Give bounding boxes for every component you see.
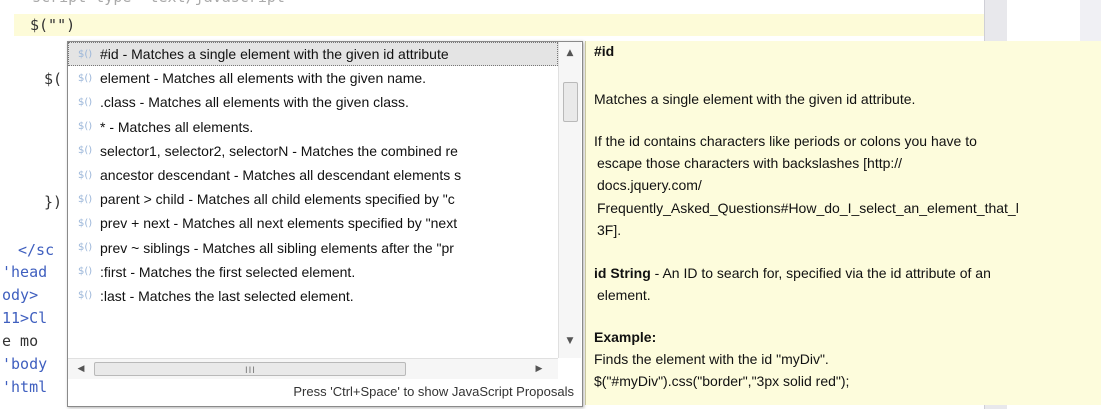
scroll-grip-icon: III bbox=[245, 366, 256, 376]
proposal-item[interactable]: $() parent > child - Matches all child el… bbox=[68, 187, 558, 211]
code-line[interactable]: $("") bbox=[30, 16, 75, 34]
proposal-status-hint: Press 'Ctrl+Space' to show JavaScript Pr… bbox=[293, 384, 574, 399]
jquery-function-icon: $() bbox=[78, 266, 93, 278]
jquery-function-icon: $() bbox=[78, 242, 93, 254]
proposal-item[interactable]: $() .class - Matches all elements with th… bbox=[68, 90, 558, 114]
proposal-label: :first - Matches the first selected elem… bbox=[100, 263, 356, 280]
proposal-label: prev ~ siblings - Matches all sibling el… bbox=[100, 239, 454, 256]
code-line[interactable]: </sc bbox=[18, 241, 54, 259]
scroll-right-arrow-icon[interactable]: ▶ bbox=[530, 359, 548, 379]
doc-paragraph-line: 3F]. bbox=[597, 222, 622, 238]
doc-title: #id bbox=[594, 43, 615, 59]
scroll-down-arrow-icon[interactable]: ▼ bbox=[559, 332, 581, 350]
proposal-label: * - Matches all elements. bbox=[100, 118, 254, 135]
jquery-function-icon: $() bbox=[78, 72, 93, 84]
proposal-label: prev + next - Matches all next elements … bbox=[100, 215, 458, 232]
doc-paragraph-line: If the id contains characters like perio… bbox=[594, 133, 977, 149]
code-line[interactable]: 11>Cl bbox=[2, 309, 47, 327]
horizontal-scrollbar[interactable]: ◀ III ▶ bbox=[68, 358, 558, 379]
proposal-item[interactable]: $() #id - Matches a single element with t… bbox=[68, 42, 558, 67]
doc-paragraph-line: escape those characters with backslashes… bbox=[597, 155, 903, 171]
jquery-function-icon: $() bbox=[78, 145, 93, 157]
proposal-label: element - Matches all elements with the … bbox=[100, 70, 427, 87]
code-line[interactable]: 'head bbox=[2, 263, 47, 281]
code-line[interactable]: }) bbox=[44, 193, 62, 211]
code-line[interactable]: 'body bbox=[2, 355, 47, 373]
proposal-label: :last - Matches the last selected elemen… bbox=[100, 287, 354, 304]
doc-example-code: $("#myDiv").css("border","3px solid red"… bbox=[594, 373, 850, 389]
proposal-label: selector1, selector2, selectorN - Matche… bbox=[100, 142, 458, 159]
horizontal-scroll-thumb[interactable]: III bbox=[94, 362, 406, 376]
doc-description: Matches a single element with the given … bbox=[594, 91, 916, 107]
jquery-function-icon: $() bbox=[78, 217, 93, 229]
doc-example-heading: Example: bbox=[594, 329, 657, 345]
doc-param-name: id String bbox=[594, 265, 651, 281]
jquery-function-icon: $() bbox=[78, 48, 93, 60]
doc-param: id String - An ID to search for, specifi… bbox=[594, 265, 991, 281]
jquery-function-icon: $() bbox=[78, 290, 93, 302]
jquery-function-icon: $() bbox=[78, 96, 93, 108]
proposal-item[interactable]: $() selector1, selector2, selectorN - Mat… bbox=[68, 139, 558, 163]
doc-param-desc: - An ID to search for, specified via the… bbox=[650, 265, 991, 281]
content-assist-popup: $() #id - Matches a single element with t… bbox=[67, 41, 583, 407]
code-line[interactable]: ody> bbox=[2, 286, 38, 304]
jquery-function-icon: $() bbox=[78, 121, 93, 133]
proposal-item[interactable]: $() :first - Matches the first selected e… bbox=[68, 260, 558, 284]
code-line[interactable]: e mo bbox=[2, 332, 38, 350]
code-line[interactable]: 'html bbox=[2, 378, 47, 396]
proposal-item[interactable]: $() element - Matches all elements with t… bbox=[68, 66, 558, 90]
jquery-function-icon: $() bbox=[78, 169, 93, 181]
proposal-label: #id - Matches a single element with the … bbox=[100, 46, 449, 63]
doc-param-desc-line: element. bbox=[597, 287, 651, 303]
proposal-list[interactable]: $() #id - Matches a single element with t… bbox=[68, 42, 558, 358]
scroll-left-arrow-icon[interactable]: ◀ bbox=[72, 359, 90, 379]
doc-example-desc: Finds the element with the id "myDiv". bbox=[594, 351, 829, 367]
current-line-highlight bbox=[14, 14, 984, 36]
proposal-item[interactable]: $() * - Matches all elements. bbox=[68, 115, 558, 139]
proposal-item[interactable]: $() :last - Matches the last selected ele… bbox=[68, 284, 558, 308]
proposal-item[interactable]: $() ancestor descendant - Matches all des… bbox=[68, 163, 558, 187]
proposal-item[interactable]: $() prev + next - Matches all next elemen… bbox=[68, 211, 558, 235]
proposal-label: parent > child - Matches all child eleme… bbox=[100, 191, 455, 208]
code-line[interactable]: $( bbox=[44, 70, 62, 88]
doc-paragraph-line: Frequently_Asked_Questions#How_do_I_sele… bbox=[597, 200, 1019, 216]
jquery-function-icon: $() bbox=[78, 193, 93, 205]
vertical-scroll-thumb[interactable] bbox=[563, 82, 578, 122]
proposal-documentation-popup: #id Matches a single element with the gi… bbox=[585, 41, 1101, 405]
proposal-label: .class - Matches all elements with the g… bbox=[100, 94, 409, 111]
proposal-label: ancestor descendant - Matches all descen… bbox=[100, 167, 462, 184]
scroll-up-arrow-icon[interactable]: ▲ bbox=[559, 44, 581, 62]
code-line-partial: script type="text/javascript" bbox=[14, 0, 294, 6]
doc-paragraph-line: docs.jquery.com/ bbox=[597, 177, 702, 193]
vertical-scrollbar[interactable]: ▲ ▼ bbox=[558, 42, 581, 358]
proposal-item[interactable]: $() prev ~ siblings - Matches all sibling… bbox=[68, 236, 558, 260]
